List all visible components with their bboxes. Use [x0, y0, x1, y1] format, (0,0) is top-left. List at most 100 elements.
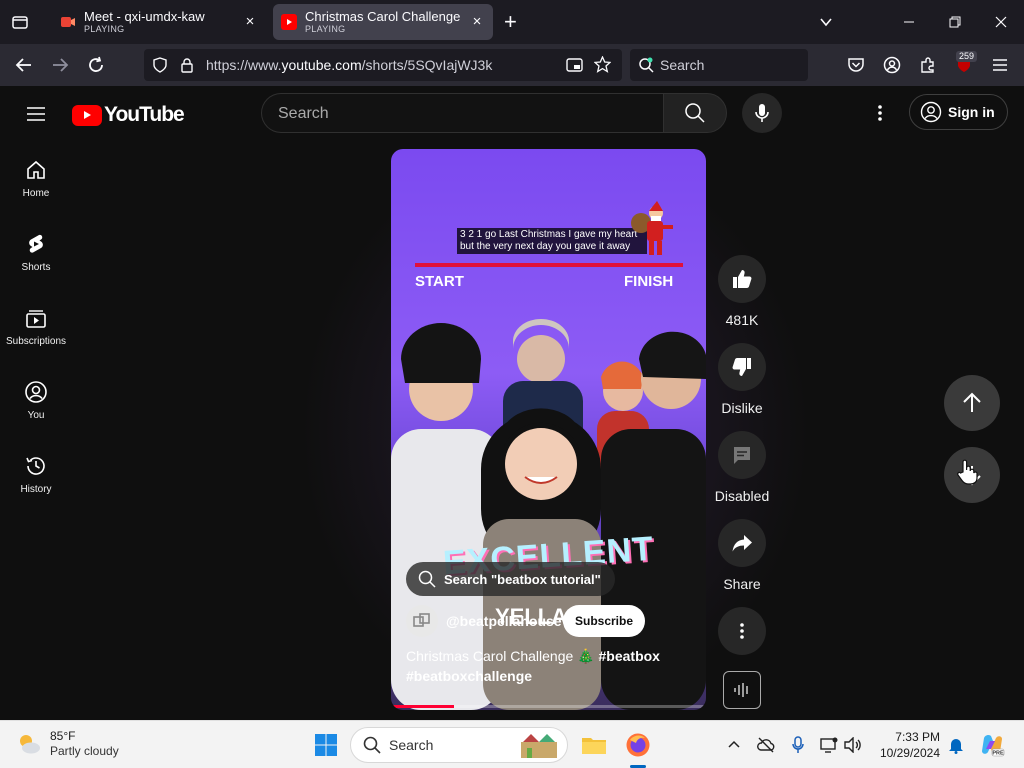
list-all-tabs-button[interactable]: [814, 10, 838, 34]
bell-icon: [949, 739, 963, 754]
sign-in-button[interactable]: Sign in: [909, 94, 1008, 130]
subscribe-button[interactable]: Subscribe: [563, 605, 646, 637]
sidebar-item-label: Shorts: [21, 262, 51, 273]
previous-short-button[interactable]: [944, 375, 1000, 431]
firefox-taskbar-button[interactable]: [624, 731, 652, 759]
extensions-button[interactable]: [916, 53, 940, 77]
file-explorer-button[interactable]: [580, 731, 608, 759]
account-icon: [883, 56, 901, 74]
playback-progress-bar[interactable]: [391, 705, 706, 708]
sidebar-item-you[interactable]: You: [0, 364, 72, 438]
copilot-button[interactable]: PRE: [978, 731, 1006, 759]
taskbar-search-box[interactable]: Search: [350, 727, 568, 763]
picture-in-picture-icon[interactable]: [566, 57, 583, 73]
santa-sprite-icon: [631, 201, 673, 255]
like-button[interactable]: [718, 255, 766, 303]
volume-tray-icon[interactable]: [843, 735, 863, 755]
tab-list-button[interactable]: [8, 10, 32, 34]
hashtag-link[interactable]: #beatbox: [599, 648, 660, 664]
folder-icon: [582, 738, 606, 754]
account-circle-icon: [920, 101, 942, 123]
back-button[interactable]: [12, 53, 36, 77]
youtube-search-button[interactable]: [663, 93, 727, 133]
challenge-progress-line: [415, 263, 683, 267]
taskbar-clock[interactable]: 7:33 PM 10/29/2024: [876, 729, 940, 761]
settings-more-button[interactable]: [868, 101, 892, 125]
browser-navbar: https://www.youtube.com/shorts/5SQvIajWJ…: [0, 44, 1024, 86]
dislike-button[interactable]: [718, 343, 766, 391]
reload-icon: [89, 56, 103, 72]
title-text: Christmas Carol Challenge 🎄: [406, 648, 599, 664]
meet-favicon-icon: [60, 14, 76, 30]
youtube-search-input[interactable]: Search: [261, 93, 663, 133]
comments-button[interactable]: [718, 431, 766, 479]
weather-widget[interactable]: 85°F Partly cloudy: [16, 729, 119, 759]
search-suggestion-chip[interactable]: Search "beatbox tutorial": [406, 562, 615, 596]
address-bar[interactable]: https://www.youtube.com/shorts/5SQvIajWJ…: [144, 49, 622, 81]
finish-label: FINISH: [624, 273, 674, 290]
copilot-icon: PRE: [982, 734, 1005, 757]
show-hidden-icons-button[interactable]: [724, 735, 744, 755]
notifications-button[interactable]: [946, 735, 966, 755]
tab-list-icon: [12, 16, 28, 29]
search-placeholder: Search: [278, 105, 329, 122]
guide-menu-button[interactable]: [24, 102, 48, 126]
close-tab-icon[interactable]: ×: [469, 14, 485, 30]
share-button[interactable]: [718, 519, 766, 567]
you-icon: [25, 381, 47, 403]
tab-title: Christmas Carol Challenge 🎄 #: [305, 9, 463, 24]
comments-action: Disabled: [713, 431, 771, 504]
puzzle-icon: [921, 57, 934, 73]
sidebar-item-home[interactable]: Home: [0, 142, 72, 216]
minimize-button[interactable]: [897, 10, 921, 34]
tab-youtube-short[interactable]: Christmas Carol Challenge 🎄 # PLAYING ×: [273, 4, 493, 40]
url-prefix: https://www.: [206, 57, 282, 73]
taskbar-search-label: Search: [389, 737, 434, 753]
dislike-label: Dislike: [721, 400, 763, 416]
sidebar-item-subscriptions[interactable]: Subscriptions: [0, 290, 72, 364]
url-domain: youtube.com: [281, 57, 362, 73]
short-video-player[interactable]: 3 2 1 go Last Christmas I gave my heart …: [391, 149, 706, 710]
url-text[interactable]: https://www.youtube.com/shorts/5SQvIajWJ…: [206, 57, 492, 73]
network-status-icon[interactable]: [756, 735, 776, 755]
sidebar-item-label: History: [20, 484, 52, 495]
reload-button[interactable]: [84, 53, 108, 77]
bookmark-star-icon[interactable]: [594, 56, 611, 73]
forward-button[interactable]: [48, 53, 72, 77]
youtube-logo[interactable]: YouTube: [72, 103, 185, 127]
sound-remix-button[interactable]: [723, 671, 761, 709]
dislike-action: Dislike: [713, 343, 771, 416]
more-options-button[interactable]: [718, 607, 766, 655]
like-action: 481K: [713, 255, 771, 328]
close-tab-icon[interactable]: ×: [242, 14, 258, 30]
restore-button[interactable]: [943, 10, 967, 34]
next-short-button[interactable]: [944, 447, 1000, 503]
new-tab-button[interactable]: +: [504, 11, 517, 33]
more-vertical-icon: [878, 105, 882, 121]
close-window-button[interactable]: [989, 10, 1013, 34]
sidebar-item-shorts[interactable]: Shorts: [0, 216, 72, 290]
account-button[interactable]: [880, 53, 904, 77]
channel-logo-icon: [413, 613, 430, 627]
microphone-tray-icon[interactable]: [788, 735, 808, 755]
hand-cursor-icon: [957, 459, 978, 485]
close-icon: [995, 16, 1007, 28]
channel-avatar[interactable]: [406, 605, 438, 637]
more-action: [713, 607, 771, 655]
forward-arrow-icon: [53, 58, 69, 72]
tab-meet[interactable]: Meet - qxi-umdx-kaw PLAYING ×: [52, 4, 266, 40]
pocket-button[interactable]: [844, 53, 868, 77]
like-count: 481K: [725, 312, 759, 328]
sidebar-item-history[interactable]: History: [0, 438, 72, 512]
voice-search-button[interactable]: [742, 93, 782, 133]
audio-waveform-icon: [734, 683, 748, 697]
start-button[interactable]: [312, 731, 340, 759]
search-icon: [363, 736, 381, 754]
playback-progress-fill: [391, 705, 454, 708]
browser-search-bar[interactable]: Search: [630, 49, 808, 81]
channel-name[interactable]: @beatpellahouse: [446, 613, 562, 629]
display-tray-icon[interactable]: [819, 735, 839, 755]
clock-time: 7:33 PM: [895, 730, 940, 744]
hashtag-link[interactable]: #beatboxchallenge: [406, 668, 532, 684]
app-menu-button[interactable]: [988, 53, 1012, 77]
